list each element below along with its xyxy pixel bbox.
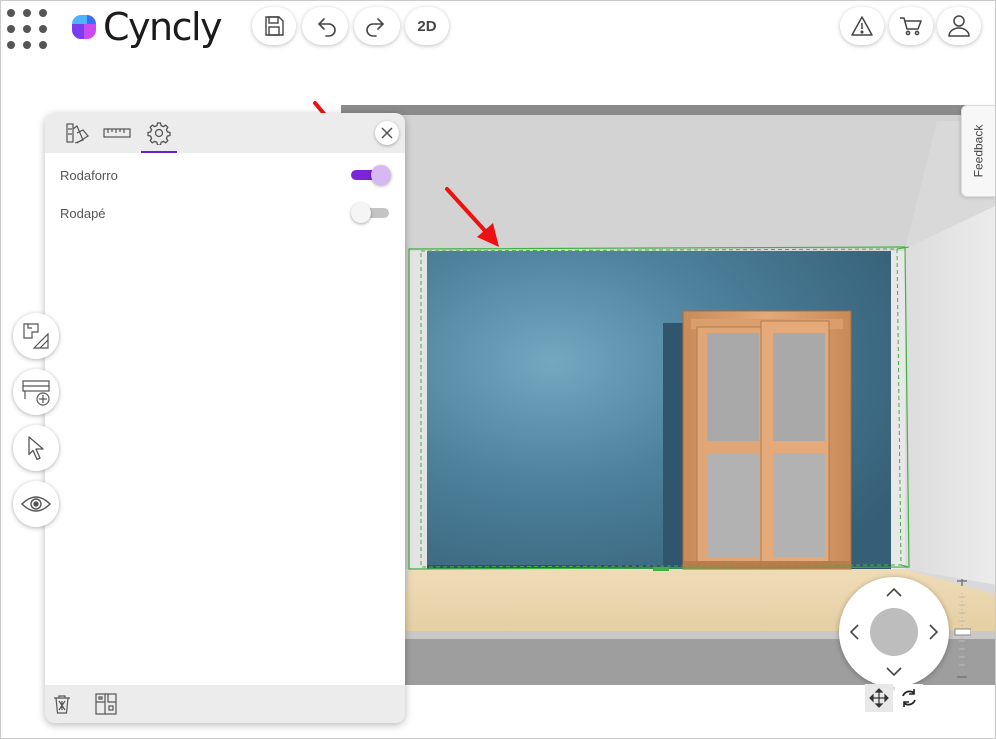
pan-down-button[interactable] — [883, 661, 905, 683]
apps-grid-icon[interactable] — [7, 9, 47, 49]
panel-footer — [45, 685, 405, 723]
rotate-icon — [902, 689, 916, 707]
chevron-down-icon — [886, 667, 902, 677]
wall-corner-left — [409, 251, 427, 569]
pan-right-button[interactable] — [923, 621, 945, 643]
wardrobe[interactable] — [663, 310, 852, 570]
zoom-slider[interactable] — [953, 579, 971, 681]
pan-left-button[interactable] — [843, 621, 865, 643]
glass-panel-2 — [707, 453, 759, 557]
add-furniture-icon — [22, 380, 50, 406]
gear-icon — [147, 122, 171, 145]
rodape-toggle[interactable] — [351, 203, 391, 223]
move-arrows-icon — [869, 688, 889, 708]
view-2d-button[interactable]: 2D — [405, 7, 449, 45]
rotate-mode-button[interactable] — [895, 684, 923, 712]
eye-icon — [21, 496, 51, 512]
setting-row-rodaforro: Rodaforro — [60, 163, 391, 187]
cart-icon — [900, 17, 922, 36]
feedback-label: Feedback — [971, 124, 986, 178]
redo-button[interactable] — [354, 7, 400, 45]
tab-materials[interactable] — [57, 113, 97, 153]
close-icon — [381, 127, 393, 139]
chevron-up-icon — [886, 587, 902, 597]
floorplan-measure-tool-button[interactable] — [13, 313, 59, 359]
rodaforro-toggle[interactable] — [351, 165, 391, 185]
setting-label: Rodaforro — [60, 167, 118, 183]
floorplan-measure-icon — [23, 323, 49, 349]
select-tool-button[interactable] — [13, 425, 59, 471]
pointer-icon — [28, 436, 44, 461]
feedback-tab[interactable]: Feedback — [961, 105, 995, 197]
setting-label: Rodapé — [60, 205, 106, 221]
warning-icon — [851, 16, 873, 36]
ruler-icon — [103, 128, 131, 138]
visibility-tool-button[interactable] — [13, 481, 59, 527]
camera-navigation-control[interactable] — [839, 577, 949, 687]
settings-panel: Rodaforro Rodapé — [45, 113, 405, 723]
undo-button[interactable] — [302, 7, 348, 45]
save-icon — [265, 16, 284, 36]
chevron-right-icon — [929, 624, 939, 640]
zoom-handle[interactable] — [954, 628, 971, 636]
redo-icon — [366, 18, 385, 37]
floorplan-icon — [95, 693, 117, 715]
app-window: Cyncly 2D Feedback Rodaforro Rodapé — [0, 0, 996, 739]
add-furniture-tool-button[interactable] — [13, 369, 59, 415]
floorplan-button[interactable] — [93, 691, 119, 717]
panel-close-button[interactable] — [375, 121, 399, 145]
pan-up-button[interactable] — [883, 581, 905, 603]
trash-icon — [54, 695, 70, 714]
color-palette-icon — [66, 123, 89, 144]
delete-button[interactable] — [49, 691, 75, 717]
glass-panel-3 — [773, 333, 825, 441]
camera-joystick[interactable] — [870, 608, 918, 656]
tab-measure[interactable] — [97, 113, 137, 153]
brand-logo: Cyncly — [69, 5, 223, 49]
undo-icon — [317, 18, 336, 37]
cart-button[interactable] — [889, 7, 933, 45]
ceiling-edge — [341, 105, 995, 115]
account-button[interactable] — [937, 7, 981, 45]
user-icon — [948, 15, 970, 37]
panel-tab-bar — [45, 113, 405, 153]
chevron-left-icon — [849, 624, 859, 640]
brand-name: Cyncly — [103, 5, 223, 49]
glass-panel-4 — [773, 453, 825, 557]
tab-settings[interactable] — [139, 113, 179, 153]
warnings-button[interactable] — [840, 7, 884, 45]
right-side-wall — [905, 205, 995, 585]
move-mode-button[interactable] — [865, 684, 893, 712]
ceiling — [341, 115, 995, 249]
glass-panel-1 — [707, 333, 759, 441]
save-button[interactable] — [252, 7, 296, 45]
cyncly-logo-icon — [72, 15, 96, 39]
wardrobe-shadow — [663, 323, 683, 569]
setting-row-rodape: Rodapé — [60, 201, 391, 225]
